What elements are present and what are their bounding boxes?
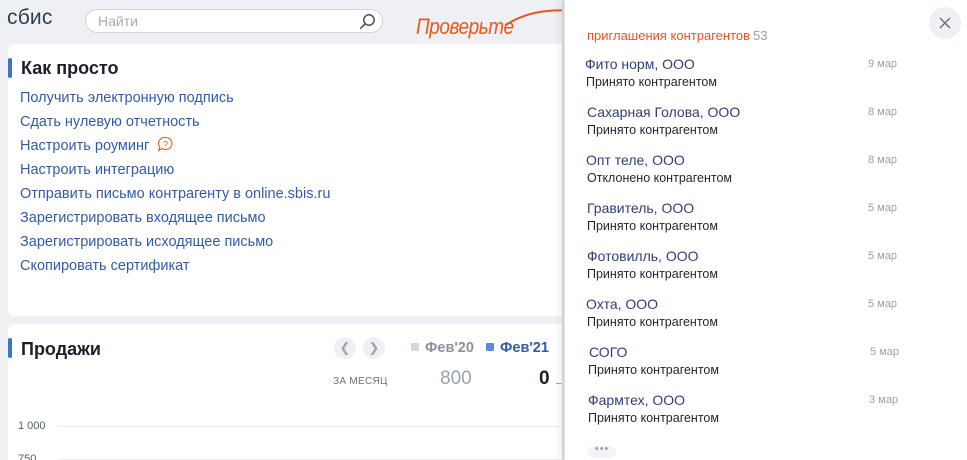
invitation-company: Фотовилль, ООО — [587, 248, 699, 264]
invitation-status: Отклонено контрагентом — [587, 171, 732, 185]
invitation-status: Принято контрагентом — [588, 411, 719, 425]
legend-current-year[interactable]: Фев'21 — [486, 340, 549, 356]
invitations-list: Фито норм, ООО Принято контрагентом 9 ма… — [565, 52, 967, 436]
invitation-row[interactable]: Охта, ООО Принято контрагентом 5 мар — [565, 292, 967, 340]
show-more-button[interactable]: ••• — [588, 444, 616, 458]
chevron-left-icon: ❮ — [339, 340, 351, 355]
legend-previous-year[interactable]: Фев'20 — [411, 340, 474, 356]
invitation-status: Принято контрагентом — [587, 123, 718, 137]
value-previous: 800 — [440, 368, 472, 389]
search-box[interactable] — [85, 9, 383, 33]
link-zero-report[interactable]: Сдать нулевую отчетность — [20, 112, 330, 136]
next-period-button[interactable]: ❯ — [363, 337, 385, 359]
legend-square-icon — [411, 343, 419, 351]
invitation-row[interactable]: Опт теле, ООО Отклонено контрагентом 8 м… — [565, 148, 967, 196]
legend-square-icon — [486, 343, 494, 351]
invitation-date: 8 мар — [868, 154, 897, 166]
search-input[interactable] — [98, 12, 348, 30]
invitation-row[interactable]: Фотовилль, ООО Принято контрагентом 5 ма… — [565, 244, 967, 292]
close-panel-button[interactable] — [929, 7, 961, 39]
sales-card: Продажи ❮ ❯ Фев'20 Фев'21 ЗА МЕСЯЦ 800 0… — [8, 324, 608, 460]
invitations-panel: приглашения контрагентов 53 Фито норм, ОО… — [564, 0, 967, 460]
check-annotation: Проверьте — [416, 14, 514, 39]
chevron-right-icon: ❯ — [368, 340, 380, 355]
invitation-company: Гравитель, ООО — [587, 200, 695, 216]
link-roaming-row: Настроить роуминг? — [20, 136, 330, 160]
svg-text:?: ? — [163, 140, 168, 150]
invitation-status: Принято контрагентом — [587, 219, 718, 233]
sales-title: Продажи — [21, 339, 101, 359]
invitation-company: Охта, ООО — [586, 296, 659, 312]
invitation-date: 9 мар — [868, 58, 897, 70]
link-register-outgoing[interactable]: Зарегистрировать исходящее письмо — [20, 232, 330, 256]
invitation-company: Фито норм, ООО — [585, 56, 695, 72]
invitation-row[interactable]: Сахарная Голова, ООО Принято контрагенто… — [565, 100, 967, 148]
invitation-company: Фармтех, ООО — [588, 392, 686, 408]
link-register-incoming[interactable]: Зарегистрировать входящее письмо — [20, 208, 330, 232]
link-roaming[interactable]: Настроить роуминг — [20, 138, 149, 154]
y-tick-label: 1 000 — [18, 420, 46, 432]
quick-links-list: Получить электронную подпись Сдать нулев… — [20, 88, 330, 280]
invitation-row[interactable]: Гравитель, ООО Принято контрагентом 5 ма… — [565, 196, 967, 244]
invitation-company: Опт теле, ООО — [586, 152, 685, 168]
value-dash: – — [556, 378, 562, 389]
how-easy-card: Как просто Получить электронную подпись … — [8, 44, 608, 316]
sbis-logo[interactable]: сбис — [7, 6, 53, 30]
link-get-signature[interactable]: Получить электронную подпись — [20, 88, 330, 112]
invitation-row[interactable]: СОГО Принято контрагентом 5 мар — [565, 340, 967, 388]
invitation-company: Сахарная Голова, ООО — [587, 104, 741, 120]
invitation-row[interactable]: Фито норм, ООО Принято контрагентом 9 ма… — [565, 52, 967, 100]
period-label: ЗА МЕСЯЦ — [333, 376, 388, 387]
invitation-date: 5 мар — [868, 250, 897, 262]
link-integration[interactable]: Настроить интеграцию — [20, 160, 330, 184]
value-current: 0 — [539, 368, 550, 389]
invitations-count: 53 — [753, 28, 768, 43]
search-icon[interactable] — [359, 13, 376, 30]
y-tick-label: 750 — [18, 453, 37, 460]
help-bubble-icon[interactable]: ? — [157, 136, 174, 153]
how-easy-title: Как просто — [21, 58, 119, 78]
invitation-status: Принято контрагентом — [587, 267, 718, 281]
invitation-date: 3 мар — [869, 394, 898, 406]
invitation-date: 5 мар — [868, 298, 897, 310]
invitation-status: Принято контрагентом — [588, 363, 719, 377]
invitation-row[interactable]: Фармтех, ООО Принято контрагентом 3 мар — [565, 388, 967, 436]
title-accent-bar — [8, 58, 12, 78]
prev-period-button[interactable]: ❮ — [334, 337, 356, 359]
chart-gridline — [58, 426, 603, 427]
link-send-letter[interactable]: Отправить письмо контрагенту в online.sb… — [20, 184, 330, 208]
invitation-date: 8 мар — [868, 106, 897, 118]
invitation-status: Принято контрагентом — [586, 75, 717, 89]
invitation-date: 5 мар — [870, 346, 899, 358]
invitation-status: Принято контрагентом — [587, 315, 718, 329]
invitations-header[interactable]: приглашения контрагентов 53 — [587, 28, 768, 43]
close-icon — [939, 17, 951, 29]
invitations-title: приглашения контрагентов — [587, 28, 751, 43]
invitation-date: 5 мар — [868, 202, 897, 214]
invitation-company: СОГО — [589, 344, 628, 360]
title-accent-bar — [8, 338, 12, 358]
link-copy-certificate[interactable]: Скопировать сертификат — [20, 256, 330, 280]
